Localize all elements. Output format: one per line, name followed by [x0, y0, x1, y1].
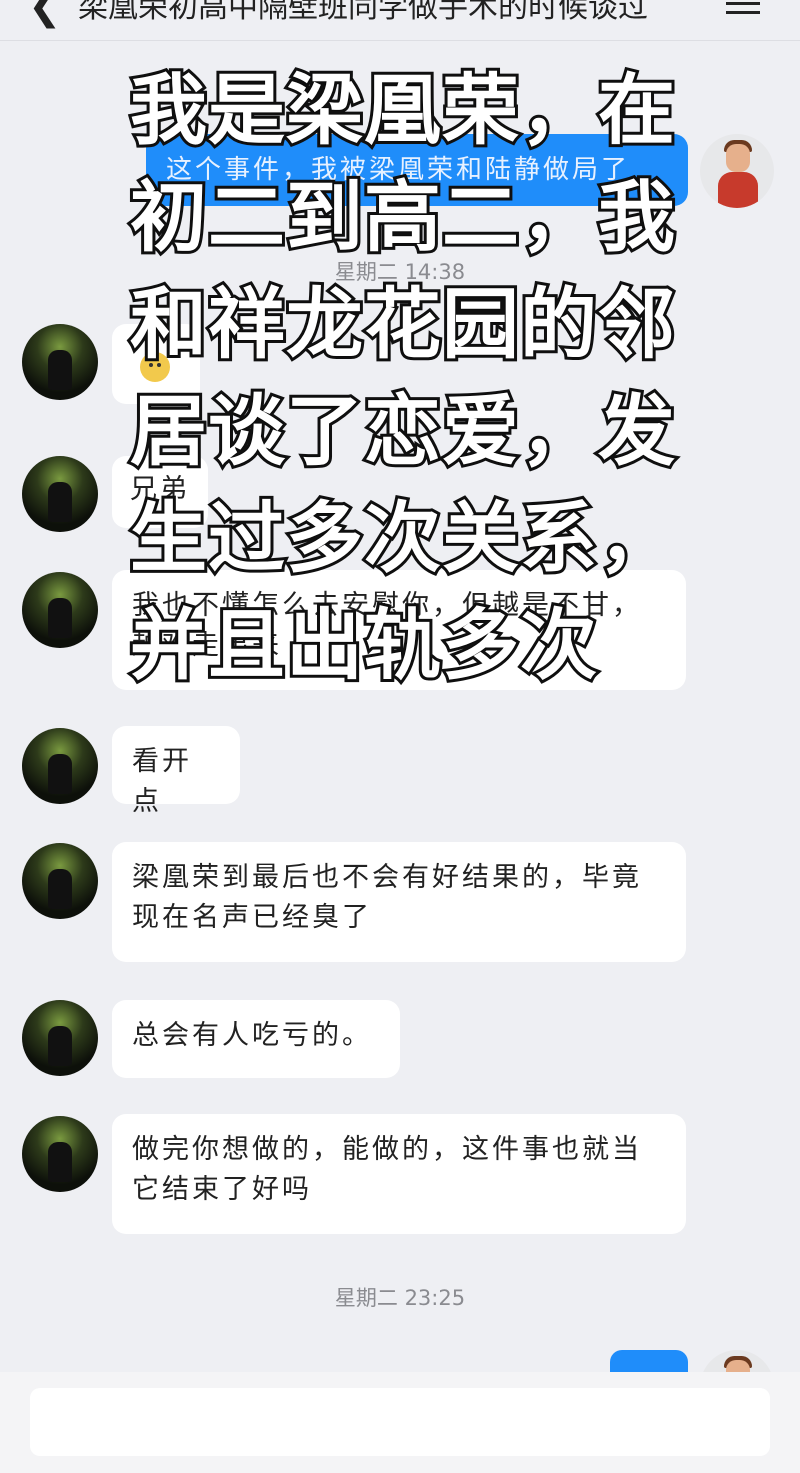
contact-avatar[interactable]: [22, 1000, 98, 1076]
contact-avatar[interactable]: [22, 1116, 98, 1192]
menu-icon[interactable]: [726, 2, 760, 16]
contact-avatar[interactable]: [22, 728, 98, 804]
chat-header: ❮ 梁凰荣初高中隔壁班同学做手术的时候谈过: [0, 0, 800, 41]
chat-title: 梁凰荣初高中隔壁班同学做手术的时候谈过: [78, 0, 648, 25]
contact-avatar[interactable]: [22, 324, 98, 400]
back-arrow-icon[interactable]: ❮: [28, 0, 62, 26]
message-bubble[interactable]: 看开点: [112, 726, 240, 817]
message-bubble[interactable]: 总会有人吃亏的。: [112, 1000, 400, 1078]
message-input[interactable]: [30, 1388, 770, 1456]
input-bar: [0, 1372, 800, 1473]
timestamp: 星期二 23:25: [334, 1286, 466, 1310]
message-bubble[interactable]: 做完你想做的，能做的，这件事也就当它结束了好吗: [112, 1114, 686, 1234]
contact-avatar[interactable]: [22, 572, 98, 648]
contact-avatar[interactable]: [22, 456, 98, 532]
overlay-caption: 我是梁凰荣，在初二到高二，我和祥龙花园的邻居谈了恋爱，发生过多次关系，并且出轨多…: [127, 64, 678, 694]
message-bubble[interactable]: 梁凰荣到最后也不会有好结果的，毕竟现在名声已经臭了: [112, 842, 686, 962]
contact-avatar[interactable]: [22, 843, 98, 919]
